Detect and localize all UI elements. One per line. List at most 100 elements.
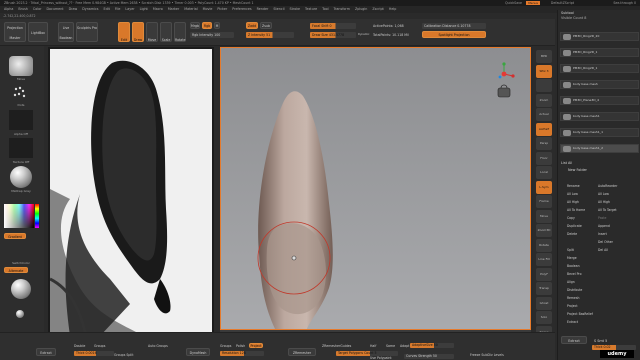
- menu-light[interactable]: Light: [140, 7, 148, 11]
- right-tray-button-8[interactable]: Local: [536, 166, 552, 179]
- subtool-menu-right-autoreorder[interactable]: AutoReorder: [598, 184, 617, 188]
- subtool-menu-right-del-other[interactable]: Del Other: [598, 240, 613, 244]
- mrgb-button[interactable]: Mrgb: [190, 22, 200, 29]
- dynamic-toggle[interactable]: Dynamic: [358, 33, 369, 36]
- rgb-button[interactable]: Rgb: [202, 22, 212, 29]
- use-polypaint-toggle[interactable]: Use Polypaint: [370, 356, 392, 360]
- thick-bottom-slider[interactable]: Thick 0.0016: [74, 351, 114, 356]
- subtool-item[interactable]: PM3D_Ring2D_20: [560, 32, 639, 41]
- menu-movie[interactable]: Movie: [203, 7, 213, 11]
- subtool-menu-distribute[interactable]: Distribute: [567, 288, 582, 292]
- right-tray-button-10[interactable]: Frame: [536, 195, 552, 208]
- rgb-intensity-slider[interactable]: Rgb Intensity 100: [190, 32, 234, 38]
- menu-transform[interactable]: Transform: [334, 7, 350, 11]
- alpha-thumbnail[interactable]: [9, 110, 33, 130]
- right-tray-button-7[interactable]: Floor: [536, 151, 552, 165]
- subtool-menu-bevel-pro[interactable]: Bevel Pro: [567, 272, 582, 276]
- subtool-menu-merge[interactable]: Merge: [567, 256, 577, 260]
- new-folder-button[interactable]: New Folder: [568, 168, 587, 172]
- subtool-item[interactable]: PM3D_Ring2D_1: [560, 64, 639, 73]
- subtool-item[interactable]: body base mesh: [560, 80, 639, 89]
- calibration-distance-slider[interactable]: Calibration Distance 0.10778: [422, 23, 486, 29]
- subtool-menu-right-all-low[interactable]: All Low: [598, 192, 609, 196]
- subtool-menu-remesh[interactable]: Remesh: [567, 296, 579, 300]
- subtool-menu-all-high[interactable]: All High: [567, 200, 579, 204]
- menu-zscript[interactable]: Zscript: [372, 7, 383, 11]
- subtool-menu-right-all-to-target[interactable]: All To Target: [598, 208, 617, 212]
- right-tray-button-1[interactable]: SPix 3: [536, 64, 552, 78]
- dynamesh-button[interactable]: DynaMesh: [186, 348, 210, 356]
- alternate-button[interactable]: Alternate: [4, 267, 28, 273]
- subtool-menu-boolean[interactable]: Boolean: [567, 264, 580, 268]
- freeze-subdiv-toggle[interactable]: Freeze SubDiv Levels: [470, 353, 504, 357]
- right-tray-button-4[interactable]: Actual: [536, 108, 552, 121]
- subtool-menu-split[interactable]: Split: [567, 248, 574, 252]
- right-tray-button-2[interactable]: [536, 79, 552, 92]
- right-tray-button-18[interactable]: Solo: [536, 311, 552, 324]
- orientation-gizmo-icon[interactable]: [494, 62, 516, 100]
- zadd-button[interactable]: Zadd: [246, 22, 258, 29]
- menu-help[interactable]: Help: [389, 7, 397, 11]
- subtool-menu-align[interactable]: Align: [567, 280, 575, 284]
- subtool-item[interactable]: body base mesh1: [560, 112, 639, 121]
- right-tray-button-9[interactable]: L.Sym: [536, 180, 552, 194]
- right-tray-button-0[interactable]: BPR: [536, 50, 552, 63]
- right-tray-button-17[interactable]: Ghost: [536, 296, 552, 310]
- subtool-menu-right-paste[interactable]: Paste: [598, 216, 606, 220]
- right-tray-button-15[interactable]: PolyF: [536, 267, 552, 281]
- extract-button[interactable]: Extract: [36, 348, 56, 356]
- subtool-menu-rename[interactable]: Rename: [567, 184, 580, 188]
- draw-button[interactable]: Draw: [132, 22, 144, 42]
- polish-button[interactable]: Polish: [236, 344, 245, 348]
- right-tray-button-6[interactable]: Persp: [536, 137, 552, 150]
- right-tray-button-16[interactable]: Transp: [536, 282, 552, 295]
- right-tray-button-5[interactable]: AAHalf: [536, 122, 552, 136]
- same-button[interactable]: Same: [386, 344, 395, 348]
- subtool-menu-right-append[interactable]: Append: [598, 224, 610, 228]
- menu-stencil[interactable]: Stencil: [273, 7, 284, 11]
- move-button[interactable]: Move: [146, 22, 158, 42]
- subtool-menu-extract[interactable]: Extract: [567, 320, 578, 324]
- stroke-thumbnail[interactable]: [5, 84, 37, 102]
- menu-material[interactable]: Material: [184, 7, 197, 11]
- adaptive-size-slider[interactable]: AdaptiveSize 50: [410, 343, 454, 348]
- menus-button[interactable]: Menus: [526, 1, 540, 5]
- subtool-menu-delete[interactable]: Delete: [567, 232, 577, 236]
- zremesher-guides-button[interactable]: ZRemesherGuides: [322, 344, 351, 348]
- subtool-menu-project[interactable]: Project: [567, 304, 578, 308]
- subtool-item[interactable]: body base mesh1_2: [560, 144, 639, 153]
- subtool-menu-right-insert[interactable]: Insert: [598, 232, 607, 236]
- sculptris-pro-button[interactable]: Sculptris Pro: [76, 22, 98, 42]
- adapt-button[interactable]: Adapt: [400, 344, 409, 348]
- menu-file[interactable]: File: [115, 7, 121, 11]
- menu-brush[interactable]: Brush: [18, 7, 28, 11]
- menu-render[interactable]: Render: [257, 7, 269, 11]
- menu-draw[interactable]: Draw: [69, 7, 78, 11]
- subtool-menu-right-del-all[interactable]: Del All: [598, 248, 608, 252]
- subtool-item[interactable]: PM3D_Plane3D_4: [560, 96, 639, 105]
- material-thumbnail[interactable]: [10, 166, 32, 188]
- menu-tool[interactable]: Tool: [322, 7, 328, 11]
- right-tray-button-3[interactable]: Zoom: [536, 93, 552, 107]
- right-tray-button-11[interactable]: Move: [536, 209, 552, 223]
- right-tray-button-14[interactable]: Line Fill: [536, 253, 552, 266]
- subtool-item[interactable]: PM3D_Ring2D_1: [560, 48, 639, 57]
- right-tray-button-12[interactable]: Zoom3D: [536, 224, 552, 237]
- zremesher-button[interactable]: ZRemesher: [288, 348, 316, 356]
- draw-size-slider[interactable]: Draw Size 431.5778: [310, 32, 356, 38]
- menu-marker[interactable]: Marker: [168, 7, 179, 11]
- zsub-button[interactable]: Zsub: [260, 22, 272, 29]
- m-button[interactable]: M: [214, 22, 220, 29]
- color-picker[interactable]: [4, 204, 34, 228]
- menu-macro[interactable]: Macro: [153, 7, 163, 11]
- groups-split-button[interactable]: Groups Split: [114, 353, 133, 357]
- double-toggle[interactable]: Double: [74, 344, 85, 348]
- edit-button[interactable]: Edit: [118, 22, 130, 42]
- z-intensity-slider[interactable]: Z Intensity 51: [246, 32, 294, 38]
- focal-shift-slider[interactable]: Focal Shift 0: [310, 23, 356, 29]
- auto-groups-button[interactable]: Auto Groups: [148, 344, 168, 348]
- base-material-thumbnail[interactable]: [11, 279, 31, 299]
- projection-master-button[interactable]: Projection Master: [4, 22, 26, 42]
- menu-stroke[interactable]: Stroke: [290, 7, 301, 11]
- gradient-button[interactable]: Gradient: [4, 233, 26, 239]
